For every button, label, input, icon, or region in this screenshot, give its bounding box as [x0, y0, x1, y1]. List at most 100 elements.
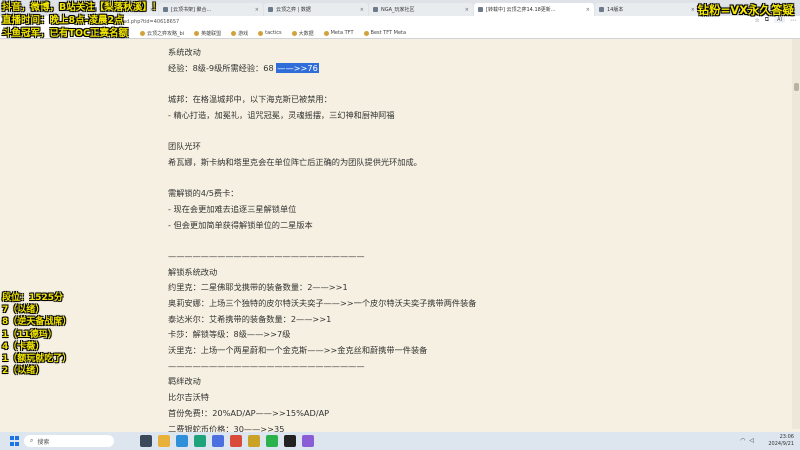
close-icon[interactable]: × [360, 7, 364, 13]
clock[interactable]: 23:06 2024/9/21 [768, 434, 794, 448]
search-icon: ⌕ [30, 437, 34, 444]
bookmark-favicon-icon [323, 30, 329, 36]
article-line-text: 团队光环 [168, 141, 201, 152]
article-content: 系统改动 经验：8级-9级所需经验：68 ——>>76 城邦：在格温城邦中，以下海克… [168, 45, 476, 450]
article-line-text: - 现在会更加难去追逐三星解锁单位 [168, 203, 297, 214]
article-line: 约里克：二星佛耶戈携带的装备数量：2——>>1 [168, 280, 476, 296]
article-line-text: 希瓦娜，斯卡纳和塔里克会在单位阵亡后正确的为团队提供光环加成。 [168, 156, 422, 167]
wifi-icon[interactable]: ◠ [740, 437, 745, 444]
tab-favicon-icon [478, 7, 483, 12]
bookmark-favicon-icon [291, 30, 297, 36]
article-line-text: - 但会更加简单获得解锁单位的二星版本 [168, 219, 313, 230]
close-icon[interactable]: × [465, 7, 469, 13]
bookmark-item[interactable]: Best TFT Meta [363, 30, 407, 36]
bookmark-favicon-icon [194, 30, 200, 36]
bookmark-label: 大数据 [298, 30, 314, 37]
close-icon[interactable]: × [691, 7, 695, 13]
article-line [168, 171, 476, 187]
rank-record-line: 1（11德玛） [2, 329, 57, 340]
clock-time: 23:06 [779, 434, 794, 440]
system-tray: ◠ ◁ [740, 437, 754, 444]
article-line-text: ———————————————————————— [168, 250, 365, 261]
article-line: 沃里克：上场一个两星蔚和一个金克斯——>>金克丝和蔚携带一件装备 [168, 343, 476, 359]
tab-favicon-icon [268, 7, 273, 12]
bookmark-label: 英雄联盟 [201, 30, 222, 37]
scrollbar[interactable] [792, 39, 800, 429]
article-line-text: 羁绊改动 [168, 376, 201, 387]
rank-record-line: 段位：1525分 [2, 293, 64, 303]
rank-record-line: 8（逆天备战席） [2, 317, 72, 328]
article-line: 解锁系统改动 [168, 265, 476, 281]
explorer-icon[interactable] [158, 435, 170, 447]
article-line: 羁绊改动 [168, 374, 476, 390]
store-icon[interactable] [212, 435, 224, 447]
article-line-text: 需解锁的4/5费卡： [168, 188, 239, 199]
tab-favicon-icon [163, 7, 168, 12]
bookmark-favicon-icon [363, 30, 369, 36]
browser-tab[interactable]: 云顶之弈 | 数据 × [264, 3, 368, 16]
article-line [168, 233, 476, 249]
article-line: 经验：8级-9级所需经验：68 ——>>76 [168, 61, 476, 77]
close-icon[interactable]: × [255, 7, 259, 13]
article-line: 希瓦娜，斯卡纳和塔里克会在单位阵亡后正确的为团队提供光环加成。 [168, 155, 476, 171]
stream-info-line: 抖音，微博，B站关注【梨落秋溪】！ [2, 2, 162, 13]
bookmark-favicon-icon [258, 30, 264, 36]
game-client-icon[interactable] [248, 435, 260, 447]
article-line: 卡莎：解锁等级：8级——>>7级 [168, 327, 476, 343]
scrollbar-thumb[interactable] [794, 83, 799, 91]
article-line: 奥莉安娜：上场三个独特的皮尔特沃夫奕子——>>一个皮尔特沃夫奕子携带两件装备 [168, 296, 476, 312]
article-line-text: 比尔吉沃特 [168, 392, 209, 403]
bookmark-label: 游戏 [238, 30, 249, 37]
windows-taskbar: ⌕ 搜索 ◠ ◁ 23:06 2024/9/21 [0, 432, 800, 450]
start-button[interactable] [10, 436, 20, 446]
bookmark-label: Best TFT Meta [370, 30, 407, 36]
stream-info-line: 斗鱼冠军，已有TOC正赛名额 [2, 28, 129, 39]
rank-record-line: 4（卡薇） [2, 341, 45, 352]
article-line: 泰达米尔：艾希携带的装备数量：2——>>1 [168, 312, 476, 328]
chat-app-icon[interactable] [266, 435, 278, 447]
article-line-text: 泰达米尔：艾希携带的装备数量：2——>>1 [168, 313, 332, 324]
tab-label: [云顶书架] 聚合... [171, 7, 212, 13]
browser-tab[interactable]: NGA_玩家社区 × [369, 3, 473, 16]
article-line-text: ———————————————————————— [168, 360, 365, 371]
article-line-text: 首份免费!：20%AD/AP——>>15%AD/AP [168, 407, 330, 418]
edge-icon[interactable] [194, 435, 206, 447]
tab-label: 云顶之弈 | 数据 [276, 7, 311, 13]
bookmark-item[interactable]: 游戏 [231, 30, 248, 37]
article-line [168, 123, 476, 139]
bookmark-item[interactable]: 大数据 [291, 30, 314, 37]
article-line-text: 奥莉安娜：上场三个独特的皮尔特沃夫奕子——>>一个皮尔特沃夫奕子携带两件装备 [168, 298, 477, 308]
rank-record-overlay: 段位：1525分 7（以绪） 8（逆天备战席） 1（11德玛） 4（卡薇） 1（额玩就吃了… [2, 292, 71, 377]
stream-app-icon[interactable] [230, 435, 242, 447]
selected-text[interactable]: ——>>76 [276, 62, 319, 73]
article-line: - 精心打造，加冕礼，诅咒冠冕，灵魂摇摆，三幻神和厨神阿福 [168, 108, 476, 124]
volume-icon[interactable]: ◁ [749, 437, 754, 444]
close-icon[interactable]: × [586, 7, 590, 13]
article-line-text: 约里克：二星佛耶戈携带的装备数量：2——>>1 [168, 282, 348, 293]
browser-icon[interactable] [176, 435, 188, 447]
bookmark-label: Meta TFT [330, 30, 354, 36]
bookmark-item[interactable]: tactics [258, 30, 282, 36]
article-line: - 但会更加简单获得解锁单位的二星版本 [168, 218, 476, 234]
article-line: 需解锁的4/5费卡： [168, 186, 476, 202]
media-icon[interactable] [302, 435, 314, 447]
taskbar-search[interactable]: ⌕ 搜索 [24, 435, 114, 447]
search-placeholder: 搜索 [37, 438, 50, 446]
tab-favicon-icon [599, 7, 604, 12]
article-line: 首份免费!：20%AD/AP——>>15%AD/AP [168, 406, 476, 422]
task-view-icon[interactable] [140, 435, 152, 447]
browser-tab[interactable]: [转载中] 云顶之弈14.18更新... × [474, 3, 594, 16]
rank-record-line: 2（以绪） [2, 366, 45, 377]
tab-label: 14版本 [607, 7, 624, 13]
bookmark-item[interactable]: 英雄联盟 [194, 30, 221, 37]
browser-tab[interactable]: 14版本 × [595, 3, 699, 16]
tab-label: NGA_玩家社区 [381, 7, 415, 13]
browser-tab[interactable]: [云顶书架] 聚合... × [159, 3, 263, 16]
article-line: 比尔吉沃特 [168, 390, 476, 406]
article-line-text: 经验：8级-9级所需经验：68 [168, 62, 277, 73]
article-line: ———————————————————————— [168, 359, 476, 375]
obs-icon[interactable] [284, 435, 296, 447]
article-line: ———————————————————————— [168, 249, 476, 265]
bookmark-item[interactable]: Meta TFT [323, 30, 354, 36]
rank-record-line: 1（额玩就吃了） [2, 354, 72, 365]
